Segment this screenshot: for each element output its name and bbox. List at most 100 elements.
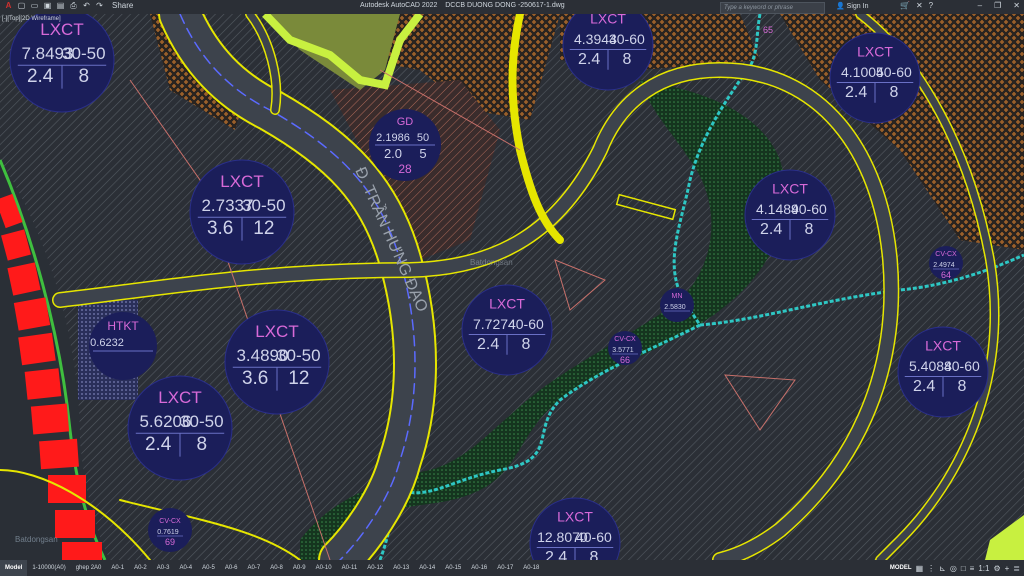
snap-icon[interactable]: ⋮ [927, 564, 935, 573]
layout-tab[interactable]: A0-4 [174, 560, 197, 576]
model-space-toggle[interactable]: MODEL [886, 565, 916, 571]
layout-tabs: Model 1-10000(A0) ghep 2A0 A0-1 A0-2 A0-3 A0-4… [0, 560, 544, 576]
title-tools: 🛒 ✕ ? [900, 1, 933, 10]
layout-tab[interactable]: A0-2 [129, 560, 152, 576]
open-folder-icon[interactable]: ▭ [30, 1, 39, 10]
exchange-icon[interactable]: ✕ [916, 1, 923, 10]
lot-f: 12 [288, 368, 309, 389]
redo-icon[interactable]: ↷ [95, 1, 104, 10]
save-icon[interactable]: ▣ [43, 1, 52, 10]
lineweight-icon[interactable]: ≡ [970, 564, 975, 573]
autocad-logo-icon[interactable]: A [4, 1, 13, 10]
window-controls: – ❐ ✕ [978, 1, 1020, 10]
search-input[interactable]: Type a keyword or phrase [720, 2, 825, 14]
gd-height: 50 [417, 132, 429, 144]
layout-tab[interactable]: A0-8 [265, 560, 288, 576]
help-icon[interactable]: ? [929, 1, 933, 10]
small-lot-code: CV-CX [614, 336, 636, 343]
layout-tab[interactable]: A0-15 [440, 560, 466, 576]
lot-label[interactable]: LXCT2.733730-503.6 12 [189, 159, 295, 265]
osnap-icon[interactable]: □ [961, 564, 966, 573]
lot-label[interactable]: LXCT3.489030-503.6 12 [224, 309, 330, 415]
lot-f: 8 [622, 51, 631, 68]
settings-gear-icon[interactable]: ⚙ [993, 564, 1000, 573]
layout-tab[interactable]: A0-18 [518, 560, 544, 576]
lot-code: LXCT [772, 180, 808, 196]
small-lot-label[interactable]: MN 2.5830 [660, 288, 694, 322]
layout-tab[interactable]: ghep 2A0 [71, 560, 107, 576]
share-button[interactable]: Share [108, 1, 133, 10]
save-as-icon[interactable]: ▤ [56, 1, 65, 10]
lot-label[interactable]: LXCT5.408840-602.4 8 [897, 326, 989, 418]
watermark-corner: Batdongsan [15, 535, 58, 544]
lot-label[interactable]: LXCT4.148940-602.4 8 [744, 169, 836, 261]
small-lot-label[interactable]: CV-CX 3.577166 [608, 331, 642, 365]
ortho-icon[interactable]: ⊾ [939, 564, 946, 573]
lot-k: 2.4 [477, 336, 499, 353]
htkt-label: HTKT 0.6232 [89, 312, 157, 380]
layout-tab[interactable]: A0-5 [197, 560, 220, 576]
lot-k: 2.4 [760, 221, 782, 238]
lot-label[interactable]: LXCT7.727440-602.4 8 [461, 284, 553, 376]
customize-icon[interactable]: ≣ [1013, 564, 1020, 573]
lot-f: 8 [521, 336, 530, 353]
lot-height-range: 40-60 [944, 358, 980, 374]
lot-code: LXCT [255, 322, 298, 341]
layout-tab[interactable]: A0-1 [106, 560, 129, 576]
annotation-scale[interactable]: 1:1 [978, 564, 989, 573]
polar-icon[interactable]: ◎ [950, 564, 957, 573]
drawing-canvas[interactable]: LXCT7.849330-502.4 8LXCT4.394340-602.4 8 LX… [0, 14, 1024, 560]
layout-tab[interactable]: A0-17 [492, 560, 518, 576]
lot-height-range: 30-50 [62, 44, 105, 63]
share-label: Share [112, 1, 134, 10]
plus-icon[interactable]: + [1005, 564, 1010, 573]
lot-label[interactable]: LXCT4.100540-602.4 8 [829, 32, 921, 124]
layout-tab[interactable]: A0-11 [337, 560, 363, 576]
title-bar: A ▢ ▭ ▣ ▤ ⎙ ↶ ↷ Share Autodesk AutoCAD 2… [0, 0, 1024, 14]
sign-in-button[interactable]: 👤 Sign In [836, 2, 868, 10]
undo-icon[interactable]: ↶ [82, 1, 91, 10]
lot-height-range: 40-60 [609, 31, 645, 47]
lot-height-range: 40-60 [508, 316, 544, 332]
layout-tab[interactable]: A0-7 [243, 560, 266, 576]
lot-k: 2.4 [845, 84, 867, 101]
layout-tab[interactable]: Model [0, 560, 28, 576]
minimize-icon[interactable]: – [978, 1, 982, 10]
layout-tab[interactable]: A0-14 [414, 560, 440, 576]
close-icon[interactable]: ✕ [1013, 1, 1020, 10]
small-lot-number: 69 [165, 537, 175, 547]
viewport-controls[interactable]: [-][Top][2D Wireframe] [2, 16, 61, 22]
gd-code: GD [397, 116, 414, 128]
layout-tab[interactable]: A0-10 [311, 560, 337, 576]
quick-access-toolbar: A ▢ ▭ ▣ ▤ ⎙ ↶ ↷ Share [4, 1, 134, 10]
layout-tab[interactable]: A0-12 [362, 560, 388, 576]
print-icon[interactable]: ⎙ [69, 1, 78, 10]
restore-icon[interactable]: ❐ [994, 1, 1001, 10]
lot-label[interactable]: LXCT5.620630-502.4 8 [127, 375, 233, 481]
file-title: DCCB DUONG DONG -250617-1.dwg [445, 2, 565, 9]
small-lot-number: 64 [941, 270, 951, 280]
layout-tab[interactable]: A0-3 [152, 560, 175, 576]
small-lot-label[interactable]: CV-CX 0.761969 [148, 508, 192, 552]
new-file-icon[interactable]: ▢ [17, 1, 26, 10]
lot-code: LXCT [489, 295, 525, 311]
gd-number: 28 [398, 162, 412, 176]
layout-tab[interactable]: A0-6 [220, 560, 243, 576]
layout-tab[interactable]: 1-10000(A0) [27, 560, 70, 576]
small-lot-area: 3.5771 [612, 347, 634, 354]
small-lot-area: 0.7619 [157, 529, 179, 536]
lot-height-range: 30-50 [180, 412, 223, 431]
lot-k: 2.4 [545, 549, 567, 560]
layout-tab[interactable]: A0-13 [388, 560, 414, 576]
small-lot-code: CV-CX [935, 251, 957, 258]
cart-icon[interactable]: 🛒 [900, 1, 910, 10]
top-number-label: 65 [763, 25, 773, 35]
grid-icon[interactable]: ▦ [916, 564, 924, 573]
lot-k: 2.4 [145, 434, 172, 455]
lot-height-range: 30-50 [277, 346, 320, 365]
lot-height-range: 30-50 [242, 196, 285, 215]
layout-tab[interactable]: A0-9 [288, 560, 311, 576]
small-lot-label[interactable]: CV-CX 2.497464 [929, 246, 963, 280]
lot-label[interactable]: LXCT7.849330-502.4 8 [9, 14, 115, 113]
layout-tab[interactable]: A0-16 [466, 560, 492, 576]
